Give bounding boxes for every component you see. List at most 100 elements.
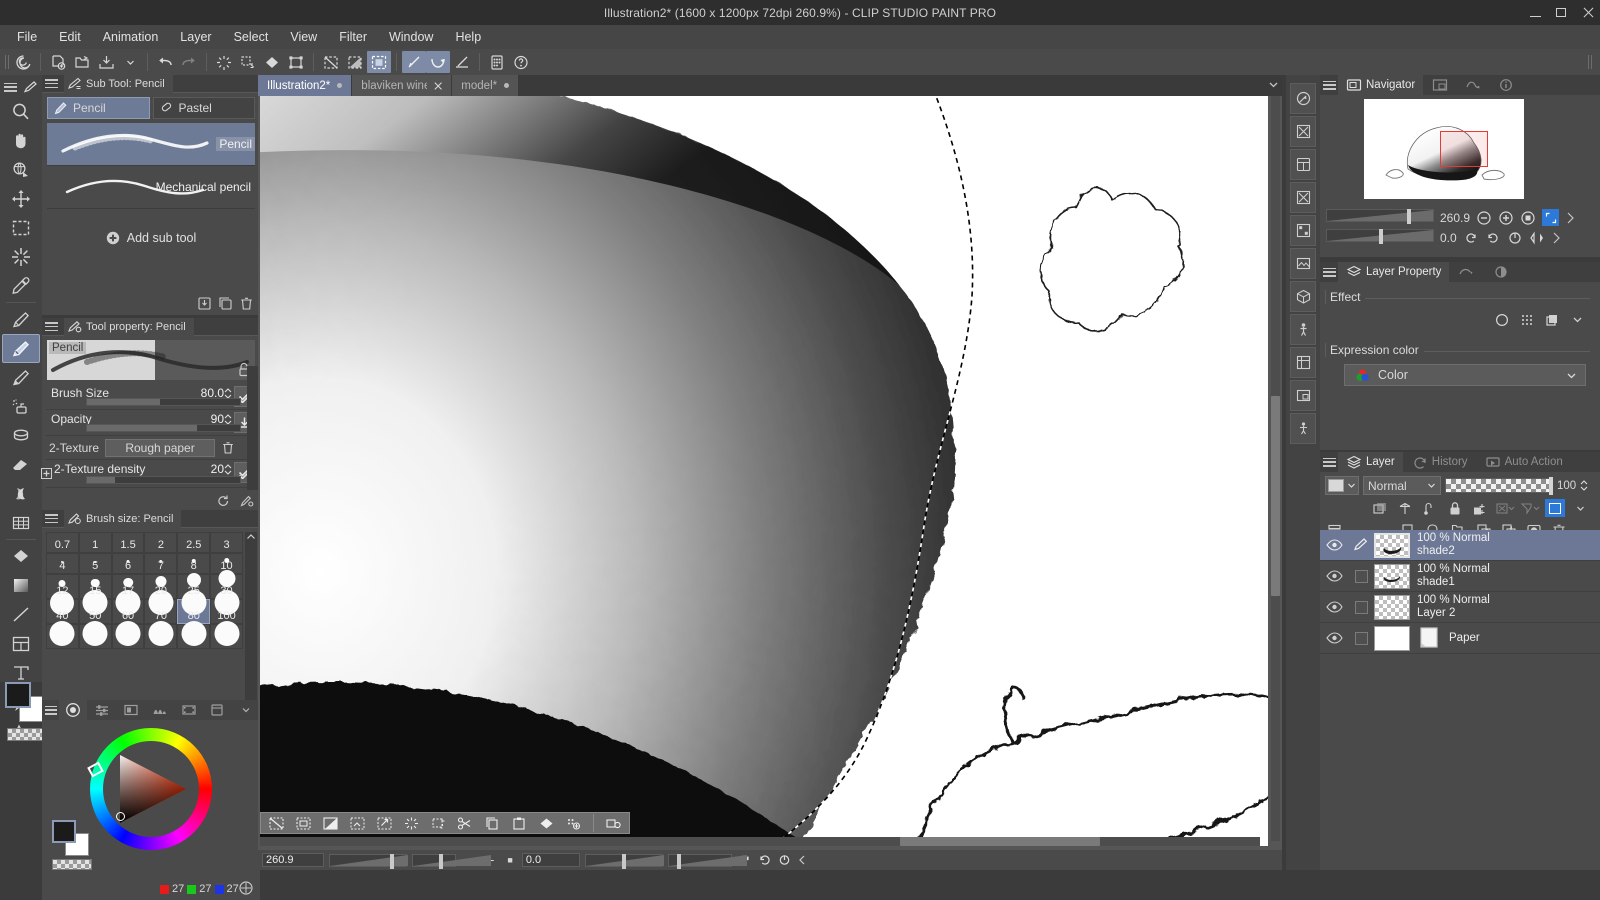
layer-select-checkbox[interactable]: [1348, 600, 1374, 614]
add-sub-tool-button[interactable]: Add sub tool: [42, 231, 260, 245]
layer-select-checkbox[interactable]: [1348, 569, 1374, 583]
color-slider-tab[interactable]: [88, 700, 116, 720]
brush-size-cell[interactable]: 1.5: [111, 532, 145, 553]
menu-animation[interactable]: Animation: [92, 27, 170, 47]
help-button[interactable]: [509, 51, 533, 73]
blend-mode-combo[interactable]: Normal: [1363, 476, 1441, 495]
menu-window[interactable]: Window: [378, 27, 444, 47]
color-wheel[interactable]: [87, 728, 212, 850]
texture-density-stepper[interactable]: [224, 463, 232, 476]
material-color-button[interactable]: [1290, 215, 1316, 246]
zoom-reset-button[interactable]: ■: [503, 855, 516, 865]
sub-view-tab[interactable]: [1424, 75, 1456, 95]
tool-airbrush[interactable]: [2, 392, 40, 421]
tool-blend[interactable]: [2, 479, 40, 508]
material-manga-button[interactable]: [1290, 149, 1316, 180]
sub-tool-tab[interactable]: Sub Tool: Pencil: [64, 74, 173, 93]
brush-size-scrollbar[interactable]: [245, 532, 257, 714]
layer-row-paper[interactable]: Paper: [1320, 623, 1600, 654]
expression-color-combo[interactable]: Color: [1344, 364, 1586, 386]
new-button[interactable]: [46, 51, 70, 73]
clip-studio-button[interactable]: [11, 51, 35, 73]
lock-transparent-button[interactable]: [1470, 499, 1490, 517]
tool-magnifier[interactable]: [2, 97, 40, 126]
brush-size-cell[interactable]: 60: [111, 590, 145, 624]
brush-size-cell[interactable]: 40: [46, 591, 79, 624]
sub-tool-group-pastel[interactable]: Pastel: [152, 97, 255, 119]
brush-size-cell[interactable]: 4: [46, 553, 79, 574]
navigator-menu-icon[interactable]: [1322, 79, 1337, 92]
saturation-value-marker[interactable]: [116, 812, 125, 821]
navigator-thumbnail[interactable]: [1364, 99, 1524, 199]
fit-to-screen-button[interactable]: [1542, 209, 1560, 226]
foreground-color-swatch[interactable]: [5, 682, 31, 708]
snap-perspective-button[interactable]: [450, 51, 474, 73]
layer-property-tab[interactable]: Layer Property: [1338, 262, 1450, 282]
chevron-left-icon[interactable]: [797, 854, 808, 866]
rotate-reset-button[interactable]: [1507, 230, 1523, 246]
tool-pencil[interactable]: [2, 334, 40, 363]
foreground-color-swatch-2[interactable]: [52, 820, 76, 843]
effect-more-button[interactable]: [1566, 310, 1588, 329]
tool-property-tab[interactable]: Tool property: Pencil: [64, 317, 194, 336]
material-monochrome-button[interactable]: [1290, 182, 1316, 213]
document-tab-blaviken[interactable]: blaviken wine.p: [352, 75, 453, 96]
navigator-more-icon[interactable]: [1565, 210, 1577, 226]
lock-layer-button[interactable]: [1445, 499, 1465, 517]
tool-move[interactable]: [2, 184, 40, 213]
layer-thumbnail[interactable]: [1374, 563, 1410, 589]
tool-figure[interactable]: [2, 600, 40, 629]
invert-selection-button[interactable]: [318, 814, 343, 833]
color-tabs-more[interactable]: [232, 700, 260, 720]
material-3d-button[interactable]: [1290, 281, 1316, 312]
reselect-button[interactable]: [291, 814, 316, 833]
layer-opacity-stepper[interactable]: [1580, 479, 1588, 492]
layer-draw-indicator[interactable]: [1348, 538, 1374, 552]
grid-button[interactable]: [485, 51, 509, 73]
sub-tool-menu-icon[interactable]: [44, 77, 59, 90]
layer-thumbnail[interactable]: [1374, 594, 1410, 620]
shrink-expand-button[interactable]: [345, 814, 370, 833]
tool-decoration[interactable]: [2, 421, 40, 450]
menu-select[interactable]: Select: [223, 27, 280, 47]
timelapse-tab[interactable]: [1457, 75, 1489, 95]
tool-property-scrollbar[interactable]: [247, 366, 258, 490]
layer-mask-combo[interactable]: [1325, 476, 1359, 495]
layer-thumbnail[interactable]: [1374, 532, 1410, 558]
maximize-button[interactable]: [1556, 7, 1568, 19]
sub-view-button[interactable]: [1290, 380, 1316, 411]
menu-filter[interactable]: Filter: [328, 27, 378, 47]
layer-select-checkbox[interactable]: [1348, 631, 1374, 645]
brush-size-cell[interactable]: 2: [144, 532, 178, 553]
scale-rotate-button[interactable]: [284, 51, 308, 73]
layer-row-layer2[interactable]: 100 % Normal Layer 2: [1320, 592, 1600, 623]
tone-effect-button[interactable]: [1516, 310, 1538, 329]
brush-size-cell[interactable]: [111, 621, 145, 649]
fill-button[interactable]: [260, 51, 284, 73]
deselect-button[interactable]: [319, 51, 343, 73]
rotate-left-button[interactable]: [1463, 230, 1479, 246]
zoom-in-button[interactable]: [1498, 210, 1514, 226]
info-tab[interactable]: [1490, 75, 1522, 95]
layer-property-menu-icon[interactable]: [1322, 266, 1337, 279]
color-palette-menu-icon[interactable]: [44, 704, 58, 717]
copy-button[interactable]: [480, 814, 505, 833]
tool-frame-border[interactable]: [2, 629, 40, 658]
close-icon[interactable]: [434, 81, 442, 91]
sub-tool-detail-icon[interactable]: [239, 494, 254, 508]
brush-size-cell[interactable]: 12: [46, 574, 79, 599]
brush-size-cell[interactable]: 100: [210, 590, 243, 624]
brush-size-cell[interactable]: 7: [144, 553, 178, 574]
minimize-button[interactable]: [1530, 7, 1542, 19]
duplicate-icon[interactable]: [218, 296, 233, 311]
tool-brush[interactable]: [2, 363, 40, 392]
mask-delete-button[interactable]: [1520, 499, 1540, 517]
redo-button[interactable]: [177, 51, 201, 73]
tool-property-menu-icon[interactable]: [44, 320, 59, 333]
brush-size-cell[interactable]: 3: [210, 532, 243, 553]
material-pose-button[interactable]: [1290, 314, 1316, 345]
mask-enable-button[interactable]: [1395, 499, 1415, 517]
navigator-zoom-slider[interactable]: [1326, 209, 1434, 224]
layer-opacity-slider[interactable]: [1445, 477, 1553, 495]
texture-density-slider[interactable]: [86, 476, 241, 484]
